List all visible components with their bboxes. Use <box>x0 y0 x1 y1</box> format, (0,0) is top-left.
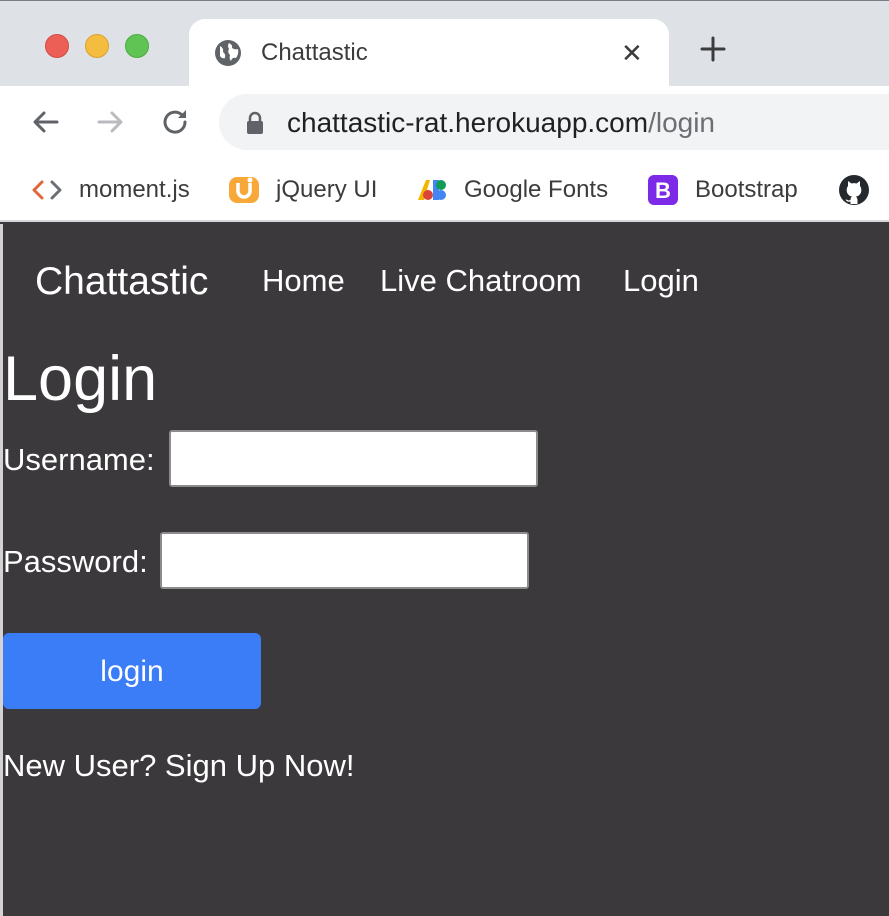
bookmark-google-fonts[interactable]: Google Fonts <box>416 170 608 210</box>
navbar-brand[interactable]: Chattastic <box>35 260 208 304</box>
reload-icon[interactable] <box>159 106 191 138</box>
url-host: chattastic-rat.herokuapp.com <box>287 107 649 138</box>
password-input[interactable] <box>160 532 529 589</box>
lock-icon[interactable] <box>244 111 266 135</box>
browser-tab[interactable]: Chattastic ✕ <box>189 19 669 87</box>
login-button[interactable]: login <box>3 633 261 709</box>
browser-tab-strip: Chattastic ✕ <box>0 0 889 87</box>
bookmark-label: Bootstrap <box>695 176 798 203</box>
back-arrow-icon[interactable] <box>30 106 62 138</box>
bookmark-moment-js[interactable]: moment.js <box>31 170 190 210</box>
nav-link-home[interactable]: Home <box>262 262 345 300</box>
tab-title: Chattastic <box>261 39 368 66</box>
bootstrap-icon: B <box>648 175 678 205</box>
bookmark-bootstrap[interactable]: B Bootstrap <box>647 170 798 210</box>
nav-link-live-chatroom[interactable]: Live Chatroom <box>380 262 582 300</box>
minimize-window-button[interactable] <box>85 34 109 58</box>
signup-link[interactable]: New User? Sign Up Now! <box>3 747 354 785</box>
url-path: /login <box>648 107 715 138</box>
browser-toolbar: chattastic-rat.herokuapp.com/login <box>0 86 889 160</box>
address-bar[interactable]: chattastic-rat.herokuapp.com/login <box>219 94 889 150</box>
globe-icon <box>215 40 241 66</box>
google-fonts-icon <box>418 180 446 200</box>
username-input[interactable] <box>169 430 538 487</box>
svg-text:B: B <box>655 178 671 203</box>
close-tab-icon[interactable]: ✕ <box>621 38 643 68</box>
code-brackets-icon <box>32 180 62 200</box>
close-window-button[interactable] <box>45 34 69 58</box>
password-label: Password: <box>3 544 148 579</box>
bookmark-label: jQuery UI <box>276 176 378 203</box>
bookmark-github[interactable] <box>838 170 886 210</box>
bookmarks-bar: moment.js jQuery UI Google Fonts B Boots… <box>0 160 889 222</box>
bookmark-label: moment.js <box>79 176 190 203</box>
page-content: Chattastic Home Live Chatroom Login Logi… <box>3 224 889 916</box>
page-title: Login <box>3 344 158 414</box>
site-navbar: Chattastic Home Live Chatroom Login <box>3 224 889 336</box>
maximize-window-button[interactable] <box>125 34 149 58</box>
github-icon <box>839 175 869 205</box>
url-text: chattastic-rat.herokuapp.com/login <box>287 106 715 140</box>
new-tab-icon[interactable] <box>697 33 729 65</box>
bookmark-jquery-ui[interactable]: jQuery UI <box>228 170 377 210</box>
username-label: Username: <box>3 442 155 477</box>
nav-link-login[interactable]: Login <box>623 262 699 300</box>
jquery-ui-icon <box>229 177 259 203</box>
bookmark-label: Google Fonts <box>464 176 609 203</box>
forward-arrow-icon[interactable] <box>94 106 126 138</box>
